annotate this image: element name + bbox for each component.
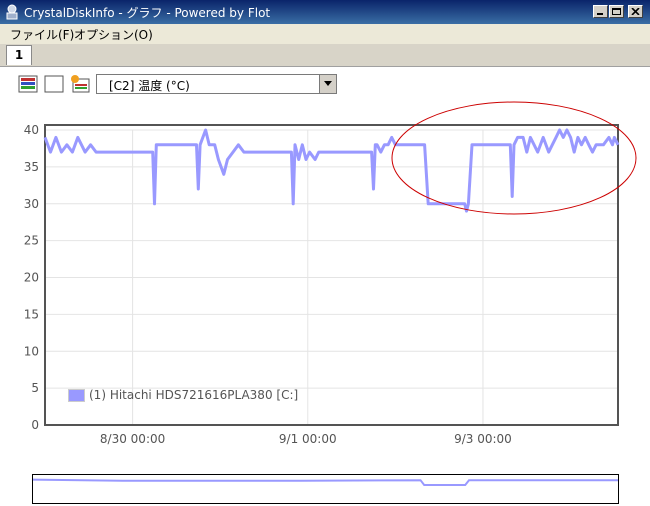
overview-line xyxy=(32,478,618,486)
attribute-select[interactable]: [C2] 温度 (°C) xyxy=(96,74,337,94)
attribute-select-value: [C2] 温度 (°C) xyxy=(109,79,190,93)
y-tick-label: 40 xyxy=(24,123,39,137)
temperature-chart: 0 5 10 15 20 25 30 35 40 8/30 00:00 9/1 00:00 9/3 0… xyxy=(24,101,637,446)
close-icon xyxy=(631,8,640,15)
x-tick-label: 9/3 00:00 xyxy=(454,432,512,446)
chevron-down-icon xyxy=(324,81,332,86)
menu-options[interactable]: オプション(O) xyxy=(74,26,153,43)
y-tick-label: 0 xyxy=(31,418,39,432)
minimize-button[interactable] xyxy=(593,5,608,18)
y-tick-label: 35 xyxy=(24,160,39,174)
menu-file[interactable]: ファイル(F) xyxy=(10,26,74,43)
x-tick-label: 8/30 00:00 xyxy=(100,432,165,446)
legend-swatch xyxy=(68,389,85,402)
legend-label: (1) Hitachi HDS721616PLA380 [C:] xyxy=(89,388,299,402)
y-tick-label: 15 xyxy=(24,307,39,321)
x-tick-label: 9/1 00:00 xyxy=(279,432,337,446)
select-dropdown-button[interactable] xyxy=(319,75,336,93)
window-title: CrystalDiskInfo - グラフ - Powered by Flot xyxy=(24,6,271,20)
attribute-icon[interactable] xyxy=(70,75,90,93)
overview-plot xyxy=(32,478,618,486)
tab-strip: 1 xyxy=(0,44,650,67)
none-select-icon[interactable] xyxy=(44,75,64,93)
minimize-icon xyxy=(597,13,603,15)
plot-frame xyxy=(44,124,619,426)
crystaldiskinfo-app-icon xyxy=(6,4,18,20)
tab-1[interactable]: 1 xyxy=(6,45,32,65)
y-tick-label: 5 xyxy=(31,381,39,395)
all-select-icon[interactable] xyxy=(18,75,38,93)
y-tick-label: 30 xyxy=(24,197,39,211)
menu-bar: ファイル(F) オプション(O) xyxy=(0,24,650,45)
y-tick-label: 20 xyxy=(24,271,39,285)
series-line xyxy=(43,128,620,213)
y-tick-label: 25 xyxy=(24,234,39,248)
y-tick-label: 10 xyxy=(24,344,39,358)
maximize-icon xyxy=(612,8,621,15)
close-button[interactable] xyxy=(628,5,643,18)
maximize-button[interactable] xyxy=(609,5,624,18)
title-bar: CrystalDiskInfo - グラフ - Powered by Flot xyxy=(0,0,650,24)
